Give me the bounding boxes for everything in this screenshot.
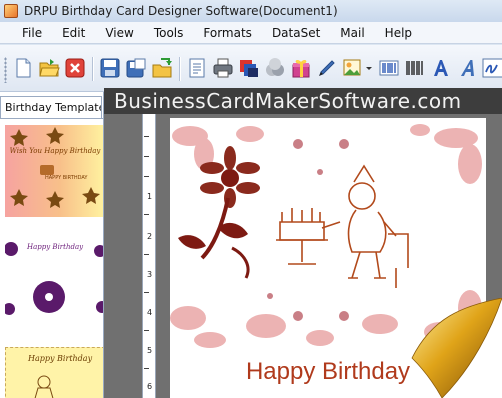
ruler-tick: [144, 156, 149, 157]
wordart-icon[interactable]: [456, 57, 478, 79]
ruler-tick: [144, 176, 149, 177]
template-title: Happy Birthday: [27, 243, 84, 251]
menu-formats[interactable]: Formats: [203, 26, 252, 40]
text-icon[interactable]: [430, 57, 452, 79]
menu-file[interactable]: File: [22, 26, 42, 40]
tab-birthday-templates[interactable]: Birthday Templates: [0, 96, 102, 118]
shapes-icon[interactable]: [264, 57, 286, 79]
template-title: Wish You Happy Birthday: [9, 147, 101, 155]
app-icon: [4, 4, 18, 18]
ruler-tick: [144, 136, 149, 137]
open-icon[interactable]: [38, 57, 60, 79]
menu-mail[interactable]: Mail: [340, 26, 364, 40]
layers-icon[interactable]: [238, 57, 260, 79]
barcode-icon[interactable]: [378, 57, 400, 79]
save-icon[interactable]: [99, 57, 121, 79]
ruler-label: 5: [147, 346, 153, 355]
image-icon[interactable]: [342, 57, 364, 79]
toolbar-separator: [92, 57, 93, 81]
menu-bar: File Edit View Tools Formats DataSet Mai…: [0, 22, 502, 44]
ruler-label: 4: [147, 308, 153, 317]
menu-view[interactable]: View: [105, 26, 133, 40]
ruler-label: 6: [147, 382, 153, 391]
template-thumbnail[interactable]: Happy Birthday: [5, 235, 103, 323]
ruler-tick: [144, 330, 149, 331]
signature-icon[interactable]: [482, 57, 502, 79]
close-icon[interactable]: [64, 57, 86, 79]
watermark-banner: BusinessCardMakerSoftware.com: [104, 88, 502, 114]
menu-help[interactable]: Help: [385, 26, 412, 40]
barcode-alt-icon[interactable]: [404, 57, 426, 79]
templates-list[interactable]: Wish You Happy Birthday HAPPY BIRTHDAY H…: [0, 118, 103, 398]
vertical-ruler: 1 2 3 4 5 6: [142, 114, 156, 398]
page-curl-decoration: [402, 298, 502, 398]
star-ornaments: [10, 127, 100, 208]
gift-icon[interactable]: [290, 57, 312, 79]
ruler-label: 2: [147, 232, 153, 241]
toolbar-grip[interactable]: [4, 57, 7, 83]
template-subtitle: HAPPY BIRTHDAY: [45, 175, 88, 181]
ruler-tick: [144, 254, 149, 255]
ruler-label: 1: [147, 192, 153, 201]
templates-panel: Birthday Templates Wish You Happy Birthd…: [0, 92, 104, 398]
window-title: DRPU Birthday Card Designer Software(Doc…: [24, 4, 338, 18]
child-illustration: [34, 375, 54, 398]
cake-icon: [40, 165, 54, 175]
ruler-tick: [144, 292, 149, 293]
toolbar: [0, 45, 502, 92]
menu-tools[interactable]: Tools: [154, 26, 184, 40]
pen-icon[interactable]: [316, 57, 338, 79]
chevron-down-icon[interactable]: [364, 57, 374, 79]
title-bar: DRPU Birthday Card Designer Software(Doc…: [0, 0, 502, 22]
print-icon[interactable]: [212, 57, 234, 79]
new-icon[interactable]: [12, 57, 34, 79]
ruler-tick: [144, 368, 149, 369]
menu-edit[interactable]: Edit: [62, 26, 85, 40]
template-thumbnail[interactable]: Wish You Happy Birthday HAPPY BIRTHDAY: [5, 125, 103, 217]
app-window: DRPU Birthday Card Designer Software(Doc…: [0, 0, 502, 398]
template-thumbnail[interactable]: Happy Birthday: [5, 347, 103, 398]
ruler-label: 3: [147, 270, 153, 279]
properties-icon[interactable]: [186, 57, 208, 79]
toolbar-separator: [179, 57, 180, 81]
menu-dataset[interactable]: DataSet: [272, 26, 320, 40]
export-icon[interactable]: [151, 57, 173, 79]
save-as-icon[interactable]: [125, 57, 147, 79]
ruler-tick: [144, 214, 149, 215]
